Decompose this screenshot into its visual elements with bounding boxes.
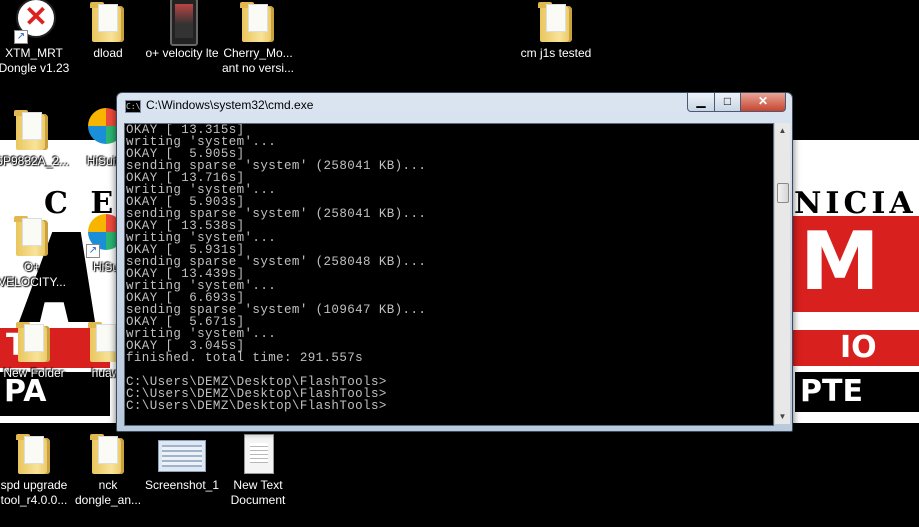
desktop-icon-label: O+ VELOCITY...	[0, 260, 66, 289]
folder-icon	[88, 0, 128, 44]
desktop-icon-xtm-mrt-dongle[interactable]: ✕ ↗ XTM_MRT Dongle v1.23	[0, 0, 72, 76]
console-output[interactable]: OKAY [ 13.315s] writing 'system'... OKAY…	[124, 123, 774, 426]
desktop-icon-o-velocity[interactable]: O+ VELOCITY...	[0, 214, 70, 290]
desktop-icon-label: New Text Document	[230, 478, 286, 507]
minimize-button[interactable]: ▁	[687, 93, 715, 112]
xtm-dongle-icon: ✕ ↗	[14, 0, 56, 44]
folder-icon	[238, 0, 278, 44]
desktop-icon-label: dload	[93, 46, 123, 60]
desktop-icon-label: cm j1s tested	[520, 46, 592, 60]
wallpaper-right-lower-text: IO	[840, 330, 877, 365]
desktop-icon-label: SP9832A_2...	[0, 154, 70, 168]
desktop-icon-nck-dongle[interactable]: nck dongle_an...	[70, 432, 146, 508]
window-title: C:\Windows\system32\cmd.exe	[146, 98, 314, 112]
desktop-icon-label: XTM_MRT Dongle v1.23	[0, 46, 70, 75]
window-titlebar[interactable]: C:\ C:\Windows\system32\cmd.exe ▁ □ ✕	[117, 93, 792, 117]
desktop-icon-label: o+ velocity lte	[145, 46, 219, 60]
desktop-icon-label: Cherry_Mo... ant no versi...	[221, 46, 295, 75]
wallpaper-right-bottom-text: PTE	[800, 374, 863, 409]
wallpaper-right-big-letter: M	[800, 215, 880, 308]
desktop-icon-cm-j1s-tested[interactable]: cm j1s tested	[518, 0, 594, 61]
console-line: C:\Users\DEMZ\Desktop\FlashTools>	[126, 399, 387, 413]
cmd-window[interactable]: C:\ C:\Windows\system32\cmd.exe ▁ □ ✕ OK…	[116, 92, 793, 432]
vertical-scrollbar[interactable]: ▲ ▼	[774, 123, 790, 424]
screenshot-icon	[158, 432, 206, 476]
folder-icon	[14, 320, 54, 364]
folder-icon	[88, 432, 128, 476]
desktop-icon-label: New Folder	[3, 366, 65, 380]
desktop-icon-label: spd upgrade tool_r4.0.0...	[0, 478, 68, 507]
desktop-icon-o-velocity-lte[interactable]: o+ velocity lte	[144, 0, 220, 61]
desktop-icon-new-folder[interactable]: New Folder	[0, 320, 72, 381]
window-controls: ▁ □ ✕	[687, 93, 786, 112]
phone-image-icon	[162, 0, 202, 46]
desktop-icon-cherry-mobile[interactable]: Cherry_Mo... ant no versi...	[220, 0, 296, 76]
scroll-down-arrow-icon[interactable]: ▼	[775, 409, 790, 424]
close-button[interactable]: ✕	[741, 93, 786, 112]
folder-icon	[536, 0, 576, 44]
console-text: OKAY [ 13.315s] writing 'system'... OKAY…	[125, 124, 773, 412]
cmd-app-icon[interactable]: C:\	[125, 100, 141, 113]
folder-icon	[14, 432, 54, 476]
desktop-icon-spd-upgrade-tool[interactable]: spd upgrade tool_r4.0.0...	[0, 432, 72, 508]
desktop-icon-screenshot-1[interactable]: Screenshot_1	[144, 432, 220, 493]
scrollbar-thumb[interactable]	[777, 183, 789, 203]
desktop-icon-new-text-document[interactable]: New Text Document	[220, 432, 296, 508]
text-document-icon	[238, 432, 278, 476]
folder-icon	[12, 108, 52, 152]
desktop-icon-sp9832a[interactable]: SP9832A_2...	[0, 108, 70, 169]
folder-icon	[12, 214, 52, 258]
scroll-up-arrow-icon[interactable]: ▲	[775, 123, 790, 138]
desktop-icon-dload[interactable]: dload	[70, 0, 146, 61]
console-line: finished. total time: 291.557s	[126, 351, 364, 365]
maximize-button[interactable]: □	[715, 93, 741, 112]
desktop-icon-label: nck dongle_an...	[74, 478, 142, 507]
desktop-icon-label: Screenshot_1	[144, 478, 220, 492]
